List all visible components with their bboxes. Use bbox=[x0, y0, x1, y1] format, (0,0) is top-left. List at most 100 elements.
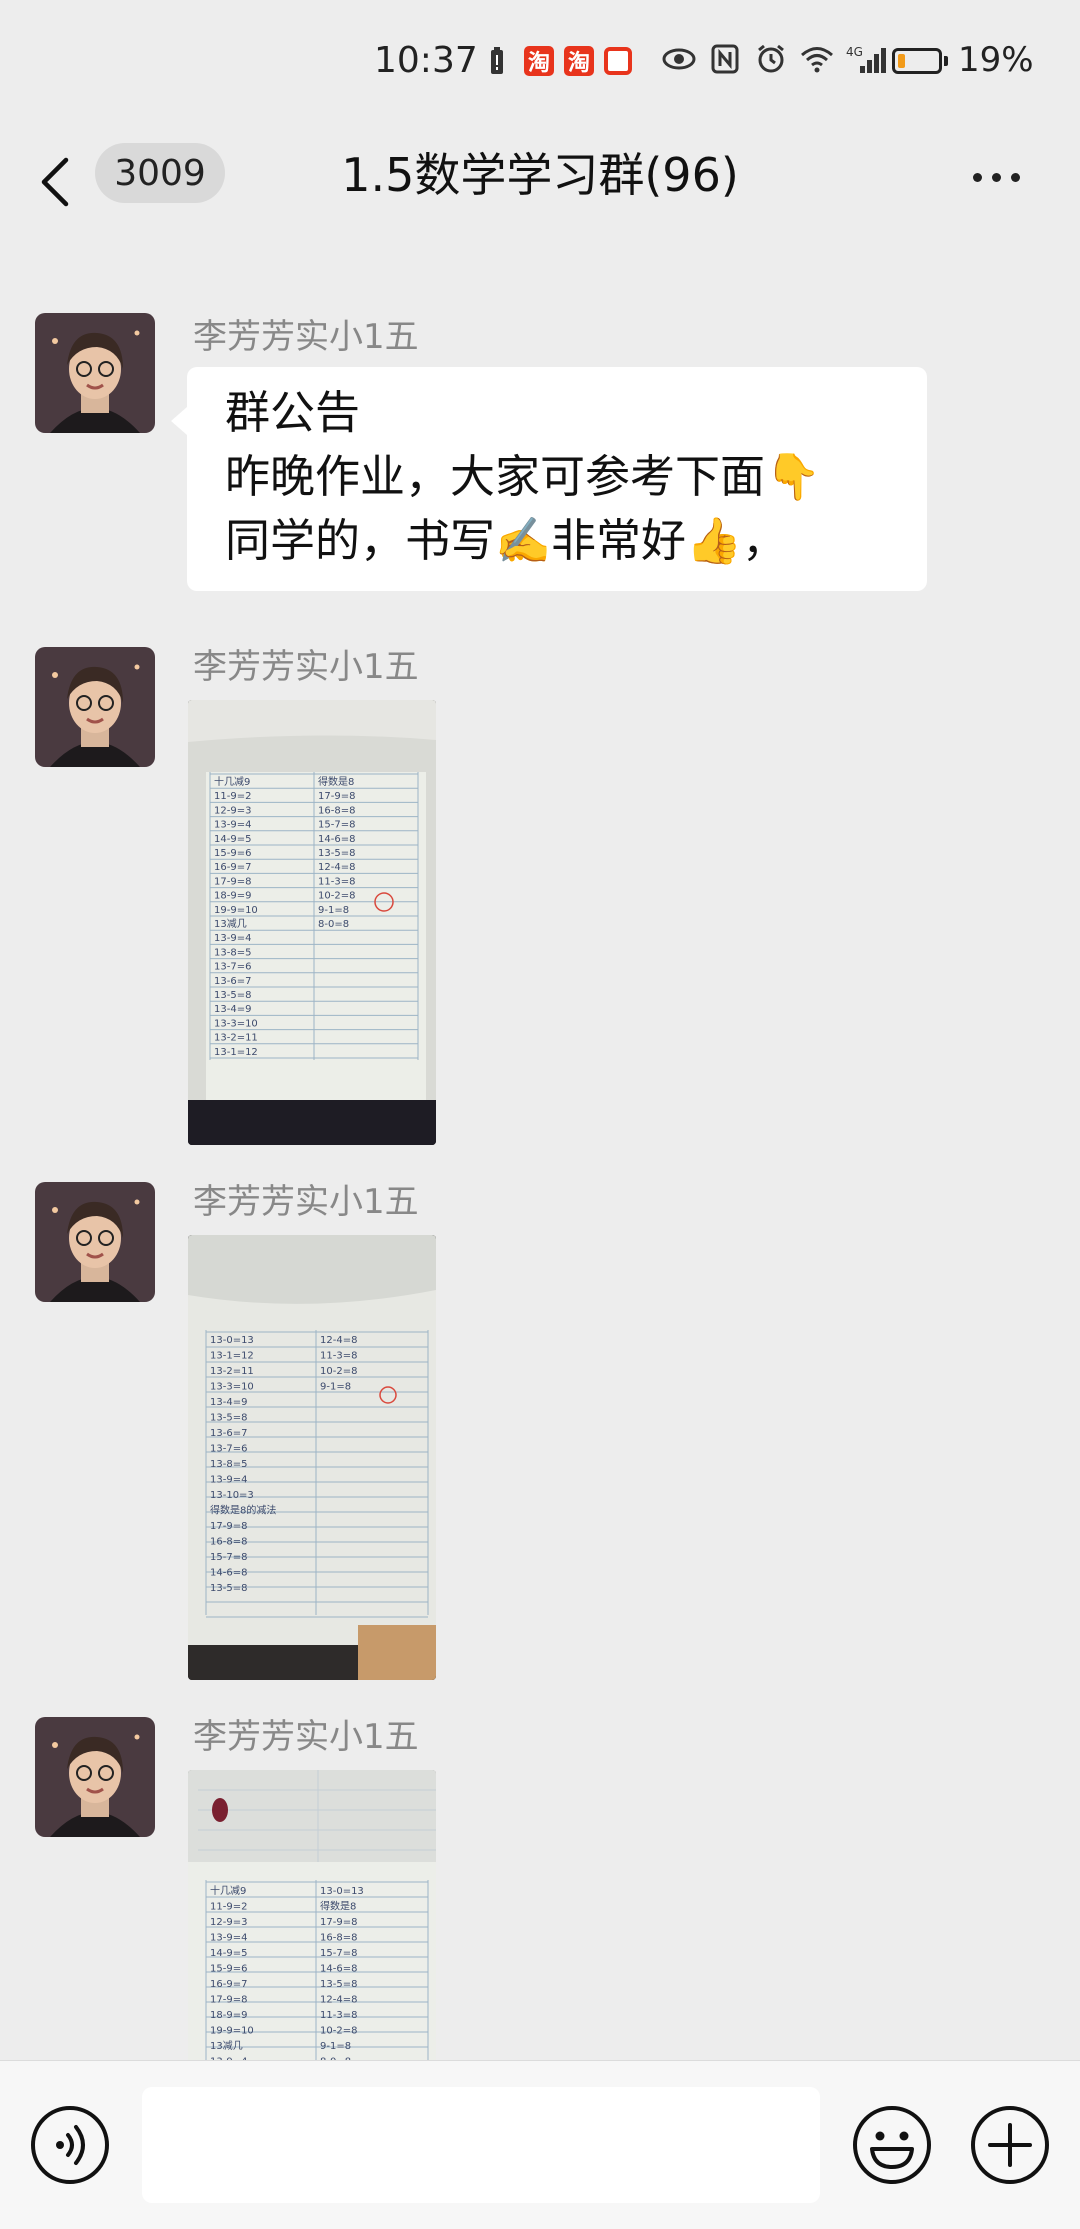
taobao-app-icon: 淘 bbox=[564, 46, 594, 76]
homework-line: 13-5=8 bbox=[320, 1979, 357, 1990]
emoji-icon bbox=[853, 2106, 931, 2184]
homework-line: 19-9=10 bbox=[214, 905, 258, 916]
homework-photo: 13-0=13 13-1=12 13-2=11 13-3=10 13-4=9 13-5=8… bbox=[188, 1235, 436, 1680]
homework-line: 13-9=4 bbox=[214, 933, 251, 944]
svg-text:4G: 4G bbox=[846, 45, 863, 59]
status-bar: 10:37 淘 淘 4G 19% bbox=[0, 0, 1080, 125]
homework-line: 得数是8的减法 bbox=[210, 1504, 276, 1517]
homework-line: 13-1=12 bbox=[210, 1351, 254, 1362]
homework-line: 15-7=8 bbox=[320, 1948, 357, 1959]
homework-line: 10-2=8 bbox=[318, 891, 355, 902]
taobao-app-icon: 淘 bbox=[524, 46, 554, 76]
homework-line: 13-8=5 bbox=[210, 1459, 247, 1470]
homework-line: 11-3=8 bbox=[318, 876, 355, 887]
homework-line: 17-9=8 bbox=[210, 1995, 247, 2006]
homework-line: 16-9=7 bbox=[210, 1979, 247, 1990]
homework-line: 18-9=9 bbox=[214, 891, 251, 902]
homework-line: 13-3=10 bbox=[210, 1382, 254, 1393]
homework-line: 10-2=8 bbox=[320, 1366, 357, 1377]
battery-percent: 19% bbox=[958, 40, 1034, 80]
homework-line: 11-3=8 bbox=[320, 1351, 357, 1362]
homework-line: 10-2=8 bbox=[320, 2026, 357, 2037]
homework-line: 13-0=13 bbox=[320, 1886, 364, 1897]
homework-line: 13-7=6 bbox=[210, 1444, 247, 1455]
plus-icon bbox=[971, 2106, 1049, 2184]
avatar[interactable] bbox=[35, 647, 155, 767]
homework-line: 13-0=13 bbox=[210, 1335, 254, 1346]
homework-line: 12-4=8 bbox=[320, 1335, 357, 1346]
page-title: 1.5数学学习群(96) bbox=[341, 148, 739, 202]
avatar[interactable] bbox=[35, 1182, 155, 1302]
alarm-icon bbox=[754, 42, 788, 76]
homework-line: 15-9=6 bbox=[210, 1964, 247, 1975]
more-functions-button[interactable] bbox=[970, 2105, 1050, 2185]
homework-line: 13减几 bbox=[214, 918, 247, 930]
homework-line: 11-9=2 bbox=[214, 791, 251, 802]
homework-line: 8-0=8 bbox=[318, 919, 349, 930]
battery-icon bbox=[892, 48, 942, 74]
message-list[interactable]: 李芳芳实小1五 群公告 昨晚作业，大家可参考下面👇 同学的，书写✍️非常好👍， … bbox=[0, 245, 1080, 2060]
avatar[interactable] bbox=[35, 313, 155, 433]
homework-line: 13-10=3 bbox=[210, 1490, 254, 1501]
more-dots-icon bbox=[972, 172, 982, 182]
emoji-button[interactable] bbox=[852, 2105, 932, 2185]
sender-name: 李芳芳实小1五 bbox=[193, 647, 419, 687]
announcement-title: 群公告 bbox=[225, 386, 361, 439]
homework-line: 12-4=8 bbox=[318, 862, 355, 873]
homework-line: 18-9=9 bbox=[210, 2010, 247, 2021]
homework-line: 15-7=8 bbox=[210, 1552, 247, 1563]
homework-line: 9-1=8 bbox=[318, 905, 349, 916]
homework-line: 13-5=8 bbox=[214, 990, 251, 1001]
message-input[interactable] bbox=[142, 2087, 820, 2203]
homework-line: 17-9=8 bbox=[210, 1521, 247, 1532]
homework-line: 12-9=3 bbox=[210, 1917, 247, 1928]
homework-line: 16-8=8 bbox=[320, 1933, 357, 1944]
announcement-bubble[interactable]: 群公告 昨晚作业，大家可参考下面👇 同学的，书写✍️非常好👍， bbox=[171, 367, 927, 591]
homework-line: 13-8=5 bbox=[214, 947, 251, 958]
photo-message[interactable]: 13-0=13 13-1=12 13-2=11 13-3=10 13-4=9 13-5=8… bbox=[188, 1235, 436, 1680]
homework-line: 13-1=12 bbox=[214, 1047, 258, 1058]
homework-line: 得数是8 bbox=[320, 1900, 356, 1913]
wifi-icon bbox=[800, 42, 834, 76]
nfc-icon bbox=[708, 42, 742, 76]
homework-line: 14-9=5 bbox=[210, 1948, 247, 1959]
homework-line: 13-7=6 bbox=[214, 962, 251, 973]
homework-line: 得数是8 bbox=[318, 775, 354, 788]
system-icons: 4G bbox=[662, 42, 890, 76]
message-item: 李芳芳实小1五 十几减9 11-9=2 12-9=3 13-9=4 14-9=5 15-9… bbox=[0, 645, 1080, 1145]
voice-icon bbox=[31, 2106, 109, 2184]
sender-name: 李芳芳实小1五 bbox=[193, 317, 419, 357]
homework-photo: 十几减9 11-9=2 12-9=3 13-9=4 14-9=5 15-9=6 16-9=7… bbox=[188, 1770, 436, 2060]
homework-line: 16-8=8 bbox=[210, 1537, 247, 1548]
homework-line: 19-9=10 bbox=[210, 2026, 254, 2037]
homework-line: 11-9=2 bbox=[210, 1902, 247, 1913]
homework-line: 13-6=7 bbox=[214, 976, 251, 987]
status-time: 10:37 bbox=[374, 40, 478, 81]
homework-line: 15-7=8 bbox=[318, 820, 355, 831]
homework-line: 13-9=4 bbox=[214, 820, 251, 831]
homework-line: 13-2=11 bbox=[210, 1366, 254, 1377]
message-item: 李芳芳实小1五 13-0=13 13-1=12 13-2=11 13-3=10 13-4… bbox=[0, 1180, 1080, 1680]
homework-line: 13-3=10 bbox=[214, 1018, 258, 1029]
more-button[interactable] bbox=[960, 149, 1032, 205]
avatar[interactable] bbox=[35, 1717, 155, 1837]
homework-line: 11-3=8 bbox=[320, 2010, 357, 2021]
homework-line: 9-1=8 bbox=[320, 1382, 351, 1393]
homework-line: 12-9=3 bbox=[214, 805, 251, 816]
message-text: 昨晚作业，大家可参考下面👇 bbox=[225, 450, 822, 503]
unread-count-badge[interactable]: 3009 bbox=[95, 143, 225, 203]
homework-line: 13-9=4 bbox=[210, 1933, 247, 1944]
homework-line: 13-2=11 bbox=[214, 1033, 258, 1044]
photo-message[interactable]: 十几减9 11-9=2 12-9=3 13-9=4 14-9=5 15-9=6 16-9=7… bbox=[188, 1770, 436, 2060]
homework-line: 16-8=8 bbox=[318, 805, 355, 816]
voice-button[interactable] bbox=[30, 2105, 110, 2185]
photo-message[interactable]: 十几减9 11-9=2 12-9=3 13-9=4 14-9=5 15-9=6 16-9=7… bbox=[188, 700, 436, 1145]
homework-line: 13-6=7 bbox=[210, 1428, 247, 1439]
back-button[interactable] bbox=[40, 147, 80, 217]
eye-icon bbox=[662, 42, 696, 76]
homework-line: 15-9=6 bbox=[214, 848, 251, 859]
sender-name: 李芳芳实小1五 bbox=[193, 1717, 419, 1757]
homework-line: 13减几 bbox=[210, 2040, 243, 2052]
input-bar bbox=[0, 2060, 1080, 2229]
homework-line: 12-4=8 bbox=[320, 1995, 357, 2006]
